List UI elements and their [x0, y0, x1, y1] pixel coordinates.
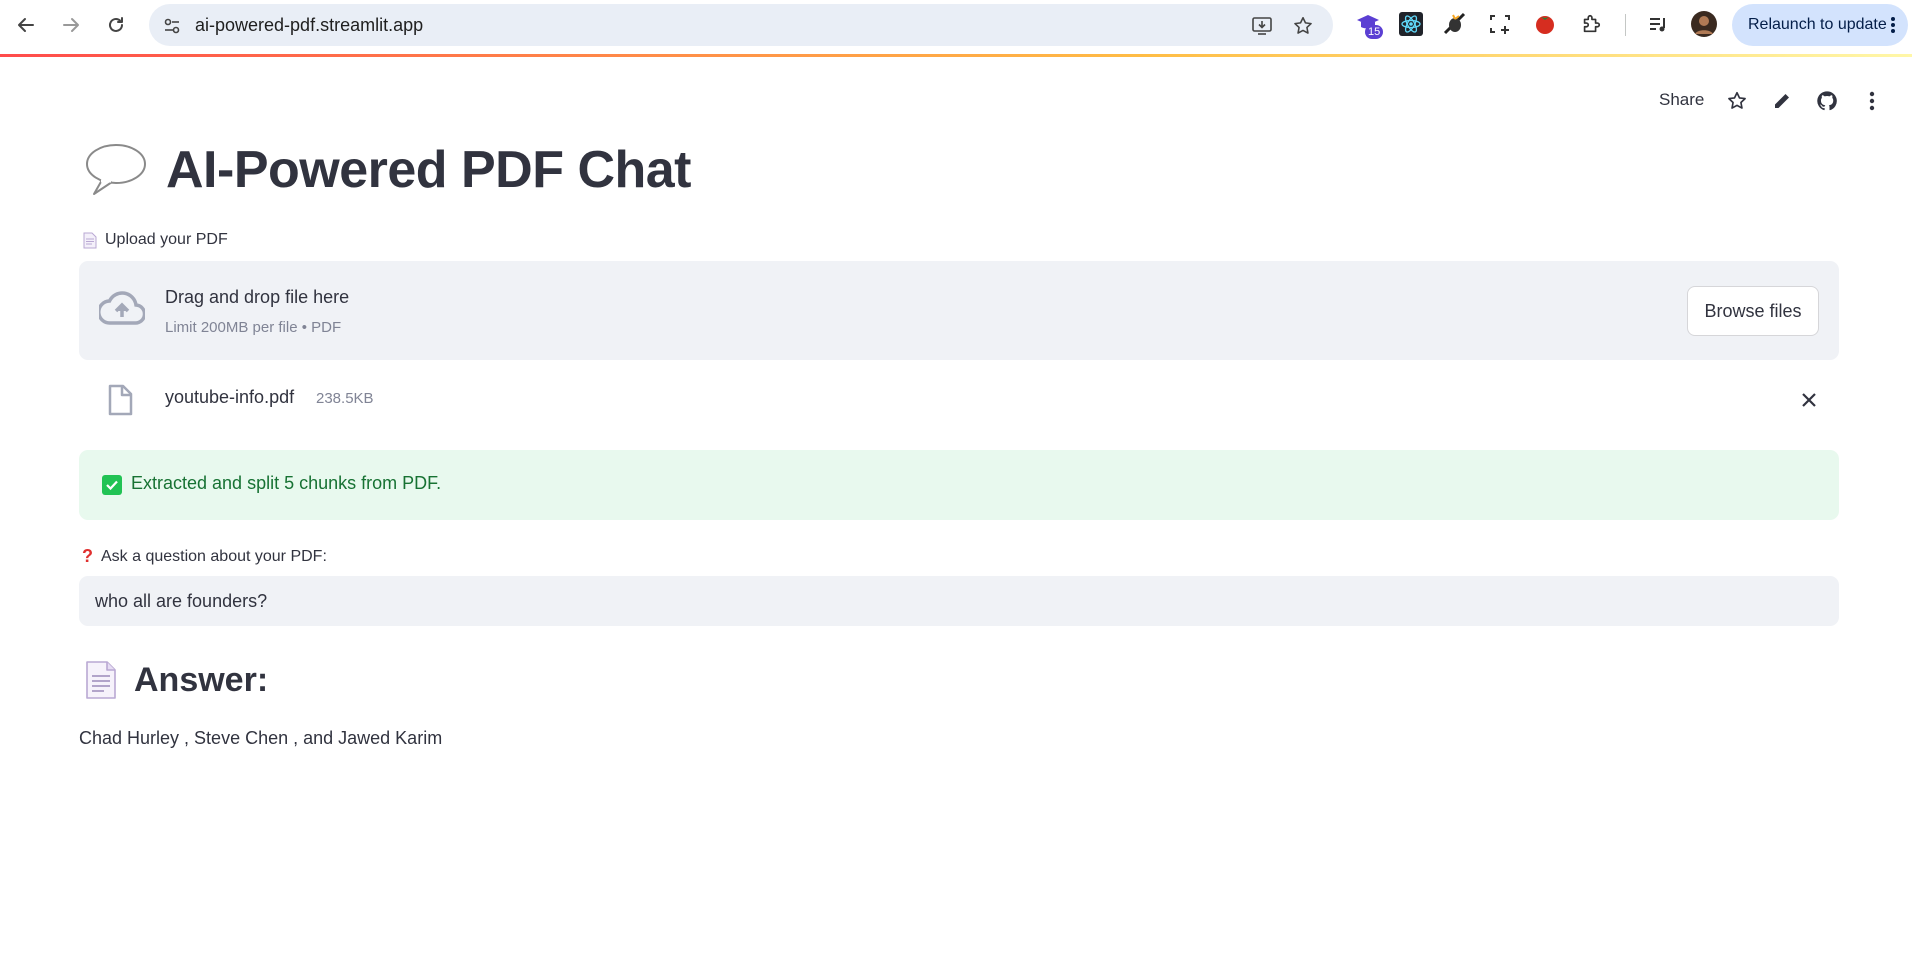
answer-heading-row: Answer: [84, 660, 268, 700]
answer-heading: Answer: [134, 660, 269, 699]
tomato-extension-icon[interactable] [1532, 11, 1558, 37]
upload-label-row: Upload your PDF [83, 231, 228, 249]
page-title: AI-Powered PDF Chat [166, 141, 692, 199]
graduation-cap-extension-icon[interactable]: 15 [1355, 11, 1384, 39]
reload-icon[interactable] [101, 10, 131, 40]
favorite-star-icon[interactable] [1725, 89, 1749, 113]
success-message: Extracted and split 5 chunks from PDF. [131, 473, 442, 493]
forward-icon[interactable] [56, 10, 86, 40]
github-icon[interactable] [1815, 89, 1839, 113]
bookmark-star-icon[interactable] [1292, 15, 1314, 37]
screenshot-extension-icon[interactable] [1487, 11, 1513, 37]
edit-pencil-icon[interactable] [1770, 89, 1794, 113]
uploaded-file-name: youtube-info.pdf [165, 387, 295, 407]
file-icon [108, 384, 133, 416]
streamlit-decoration-bar [0, 54, 1912, 57]
uploaded-file-row: youtube-info.pdf 238.5KB [79, 376, 1839, 424]
question-label: Ask a question about your PDF: [101, 547, 327, 565]
more-vert-icon[interactable] [1890, 16, 1896, 39]
address-bar[interactable]: ai-powered-pdf.streamlit.app [149, 4, 1333, 46]
dropzone-instructions: Drag and drop file here [165, 287, 350, 307]
answer-text: Chad Hurley , Steve Chen , and Jawed Kar… [79, 728, 443, 748]
relaunch-label: Relaunch to update [1748, 16, 1887, 33]
check-box-icon [102, 475, 122, 495]
remove-file-close-icon[interactable] [1797, 388, 1821, 412]
success-alert: Extracted and split 5 chunks from PDF. [79, 450, 1839, 520]
page-title-row: AI-Powered PDF Chat [84, 140, 692, 200]
install-app-icon[interactable] [1251, 15, 1273, 37]
share-button[interactable]: Share [1659, 90, 1704, 110]
main-menu-icon[interactable] [1860, 89, 1884, 113]
extensions-puzzle-icon[interactable] [1578, 11, 1604, 37]
extension-badge: 15 [1365, 25, 1384, 39]
media-controls-icon[interactable] [1645, 11, 1671, 37]
toolbar-divider [1625, 14, 1626, 36]
speech-balloon-icon [86, 144, 146, 195]
file-dropzone[interactable]: Drag and drop file here Limit 200MB per … [79, 261, 1839, 360]
dropzone-limit-text: Limit 200MB per file • PDF [165, 319, 342, 336]
back-icon[interactable] [11, 10, 41, 40]
relaunch-to-update-button[interactable]: Relaunch to update [1732, 4, 1908, 46]
profile-avatar[interactable] [1691, 11, 1717, 37]
question-mark-icon: ? [82, 546, 93, 566]
upload-label: Upload your PDF [105, 231, 228, 248]
url-text[interactable]: ai-powered-pdf.streamlit.app [195, 15, 423, 36]
react-devtools-icon[interactable] [1398, 11, 1424, 37]
question-label-row: ? Ask a question about your PDF: [82, 546, 327, 567]
bug-extension-icon[interactable] [1442, 11, 1468, 37]
site-settings-icon[interactable] [161, 15, 183, 37]
cloud-upload-icon [99, 291, 145, 325]
uploaded-file-size: 238.5KB [316, 390, 374, 407]
browse-files-button[interactable]: Browse files [1687, 286, 1819, 336]
browser-toolbar: ai-powered-pdf.streamlit.app 15 Relaunch… [0, 0, 1912, 54]
page-document-icon [83, 232, 97, 248]
page-document-icon [86, 661, 116, 699]
question-input[interactable] [79, 576, 1839, 626]
